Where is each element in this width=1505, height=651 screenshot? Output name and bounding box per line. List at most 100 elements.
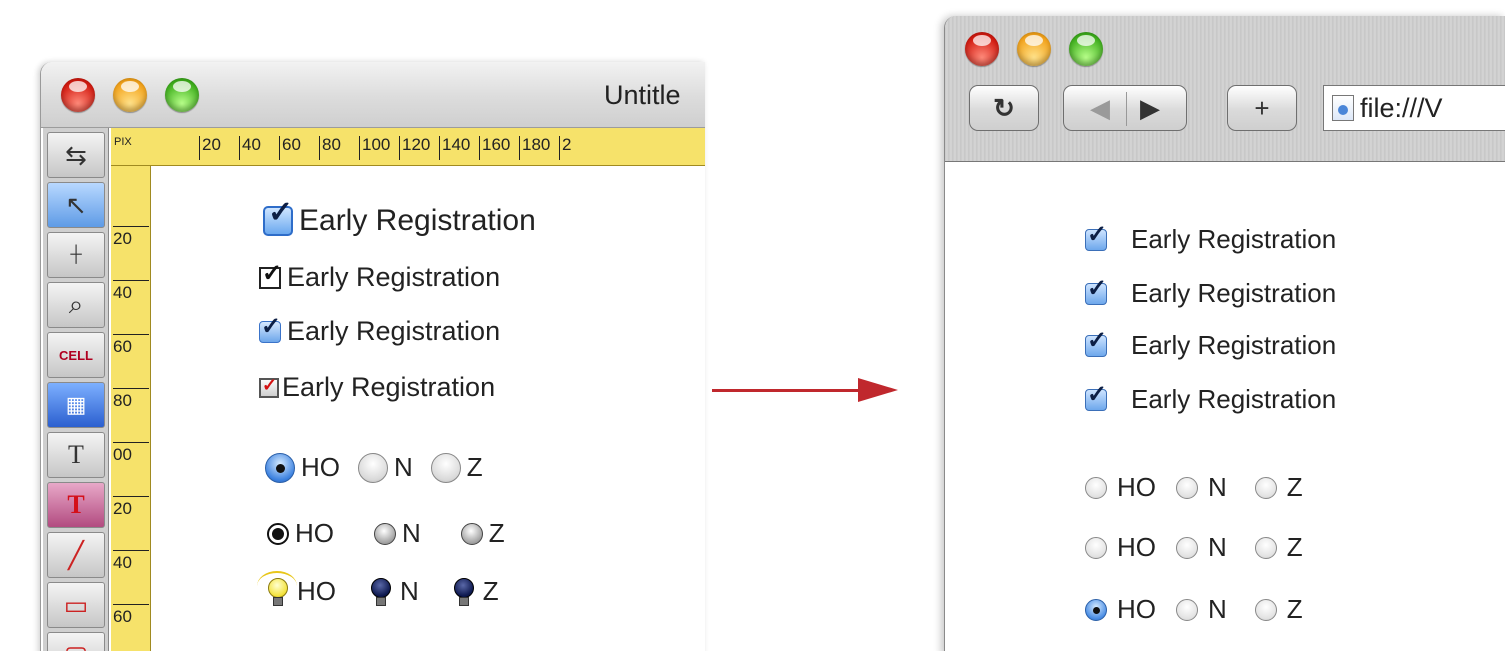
radio-on-icon[interactable] <box>1085 598 1107 621</box>
red-text-tool-icon[interactable]: T <box>47 482 105 528</box>
url-text: file:///V <box>1360 92 1443 123</box>
checkbox-icon: ✓ <box>259 376 279 398</box>
ruler-tick: 60 <box>279 136 301 160</box>
checkbox-icon: ✓ <box>259 261 282 289</box>
tool-palette: ⇆ ↖ ┼ ⌕ CELL ▦ T T ╱ ▭ ▢ <box>43 128 109 651</box>
checkbox-icon: ✓ <box>1085 382 1107 411</box>
radio-label: HO <box>1117 594 1156 624</box>
ruler-tick: 80 <box>113 388 149 411</box>
radio-off-icon[interactable] <box>1085 536 1107 559</box>
close-button[interactable] <box>61 78 95 112</box>
plus-icon: + <box>1254 92 1270 123</box>
ruler-tick: 00 <box>113 442 149 465</box>
checkbox-label: Early Registration <box>1131 384 1337 414</box>
close-button[interactable] <box>965 32 999 66</box>
ruler-tick: 80 <box>319 136 341 160</box>
window-title: Untitle <box>604 80 681 110</box>
address-field[interactable]: file:///V <box>1323 85 1505 131</box>
radio-group-bulbs: HO N Z <box>257 571 517 608</box>
radio-off-icon[interactable] <box>1176 476 1198 499</box>
checkbox-label: Early Registration <box>299 204 536 237</box>
radio-group-classic: HO N Z <box>267 518 523 549</box>
browser-checkbox[interactable]: ✓ Early Registration <box>1085 276 1337 309</box>
checkbox-label: Early Registration <box>1131 278 1337 308</box>
ruler-tick: 40 <box>113 280 149 303</box>
checkbox-aqua-small[interactable]: ✓ Early Registration <box>259 314 501 347</box>
radio-label: N <box>400 575 419 606</box>
cell-tool-icon[interactable]: CELL <box>47 332 105 378</box>
field-tool-icon[interactable]: ▦ <box>47 382 105 428</box>
radio-label: HO <box>297 575 336 606</box>
forward-icon[interactable]: ▶ <box>1140 93 1160 124</box>
radio-on-icon[interactable] <box>267 522 289 545</box>
checkbox-label: Early Registration <box>287 316 501 346</box>
arrow-shaft <box>712 389 862 392</box>
radio-label: N <box>1208 532 1227 562</box>
radio-label: N <box>402 518 421 548</box>
radio-label: N <box>1208 472 1227 502</box>
radio-on-icon[interactable] <box>265 452 295 483</box>
zoom-button[interactable] <box>1069 32 1103 66</box>
browser-checkbox[interactable]: ✓ Early Registration <box>1085 382 1337 415</box>
radio-off-icon[interactable] <box>358 452 388 483</box>
radio-off-icon[interactable] <box>1254 598 1277 621</box>
checkbox-red-check[interactable]: ✓ Early Registration <box>259 372 495 403</box>
reload-icon: ↻ <box>993 92 1015 123</box>
radio-label: Z <box>1286 472 1303 502</box>
browser-radio-group: HO N Z <box>1085 594 1323 625</box>
ruler-tick: 40 <box>113 550 149 573</box>
rounded-rectangle-tool-icon[interactable]: ▢ <box>47 632 105 651</box>
ruler-tick: 160 <box>479 136 510 160</box>
rectangle-tool-icon[interactable]: ▭ <box>47 582 105 628</box>
radio-off-icon[interactable] <box>430 452 461 483</box>
magnifier-tool-icon[interactable]: ⌕ <box>47 282 105 328</box>
checkbox-aqua-large[interactable]: ✓ Early Registration <box>263 198 536 238</box>
ruler-tick: 2 <box>559 136 571 160</box>
page-icon <box>1332 95 1354 121</box>
checkbox-label: Early Registration <box>287 262 501 292</box>
radio-off-icon[interactable] <box>1085 476 1107 499</box>
checkbox-icon: ✓ <box>263 198 293 236</box>
checkbox-label: Early Registration <box>282 372 496 402</box>
text-tool-icon[interactable]: T <box>47 432 105 478</box>
browser-toolbar: ↻ ◀ ▶ + file:///V <box>945 16 1505 162</box>
browser-checkbox[interactable]: ✓ Early Registration <box>1085 328 1336 361</box>
radio-label: N <box>1208 594 1227 624</box>
radio-off-icon[interactable] <box>374 522 396 545</box>
radio-label: Z <box>488 518 505 548</box>
arrow-tool-icon[interactable]: ↖ <box>47 182 105 228</box>
back-icon[interactable]: ◀ <box>1090 93 1110 124</box>
checkbox-icon: ✓ <box>259 314 281 343</box>
radio-label: HO <box>1117 532 1156 562</box>
ruler-toggle-icon[interactable]: ⇆ <box>47 132 105 178</box>
minimize-button[interactable] <box>113 78 147 112</box>
browser-window: ↻ ◀ ▶ + file:///V ✓ Early Registration ✓… <box>944 16 1505 651</box>
comparison-stage: Untitle PIX 20 40 60 80 100 120 140 160 … <box>0 0 1505 651</box>
checkbox-plain[interactable]: ✓ Early Registration <box>259 261 501 293</box>
radio-off-icon[interactable] <box>460 522 483 545</box>
lightbulb-on-icon[interactable] <box>257 571 297 608</box>
lightbulb-off-icon[interactable] <box>449 574 477 608</box>
crosshair-tool-icon[interactable]: ┼ <box>47 232 105 278</box>
ruler-tick: 20 <box>199 136 221 160</box>
line-tool-icon[interactable]: ╱ <box>47 532 105 578</box>
radio-label: N <box>394 452 413 482</box>
radio-off-icon[interactable] <box>1176 598 1198 621</box>
radio-label: HO <box>295 518 334 548</box>
checkbox-icon: ✓ <box>1085 328 1107 357</box>
minimize-button[interactable] <box>1017 32 1051 66</box>
browser-checkbox[interactable]: ✓ Early Registration <box>1085 222 1337 255</box>
lightbulb-off-icon[interactable] <box>366 574 394 608</box>
reload-button[interactable]: ↻ <box>969 85 1039 131</box>
zoom-button[interactable] <box>165 78 199 112</box>
radio-off-icon[interactable] <box>1254 476 1277 499</box>
checkbox-label: Early Registration <box>1131 224 1337 254</box>
radio-label: Z <box>466 452 483 482</box>
ruler-tick: 180 <box>519 136 550 160</box>
add-bookmark-button[interactable]: + <box>1227 85 1297 131</box>
radio-off-icon[interactable] <box>1254 536 1277 559</box>
ruler-tick: 20 <box>113 226 149 249</box>
radio-label: HO <box>1117 472 1156 502</box>
radio-off-icon[interactable] <box>1176 536 1198 559</box>
ruler-tick: 60 <box>113 604 149 627</box>
